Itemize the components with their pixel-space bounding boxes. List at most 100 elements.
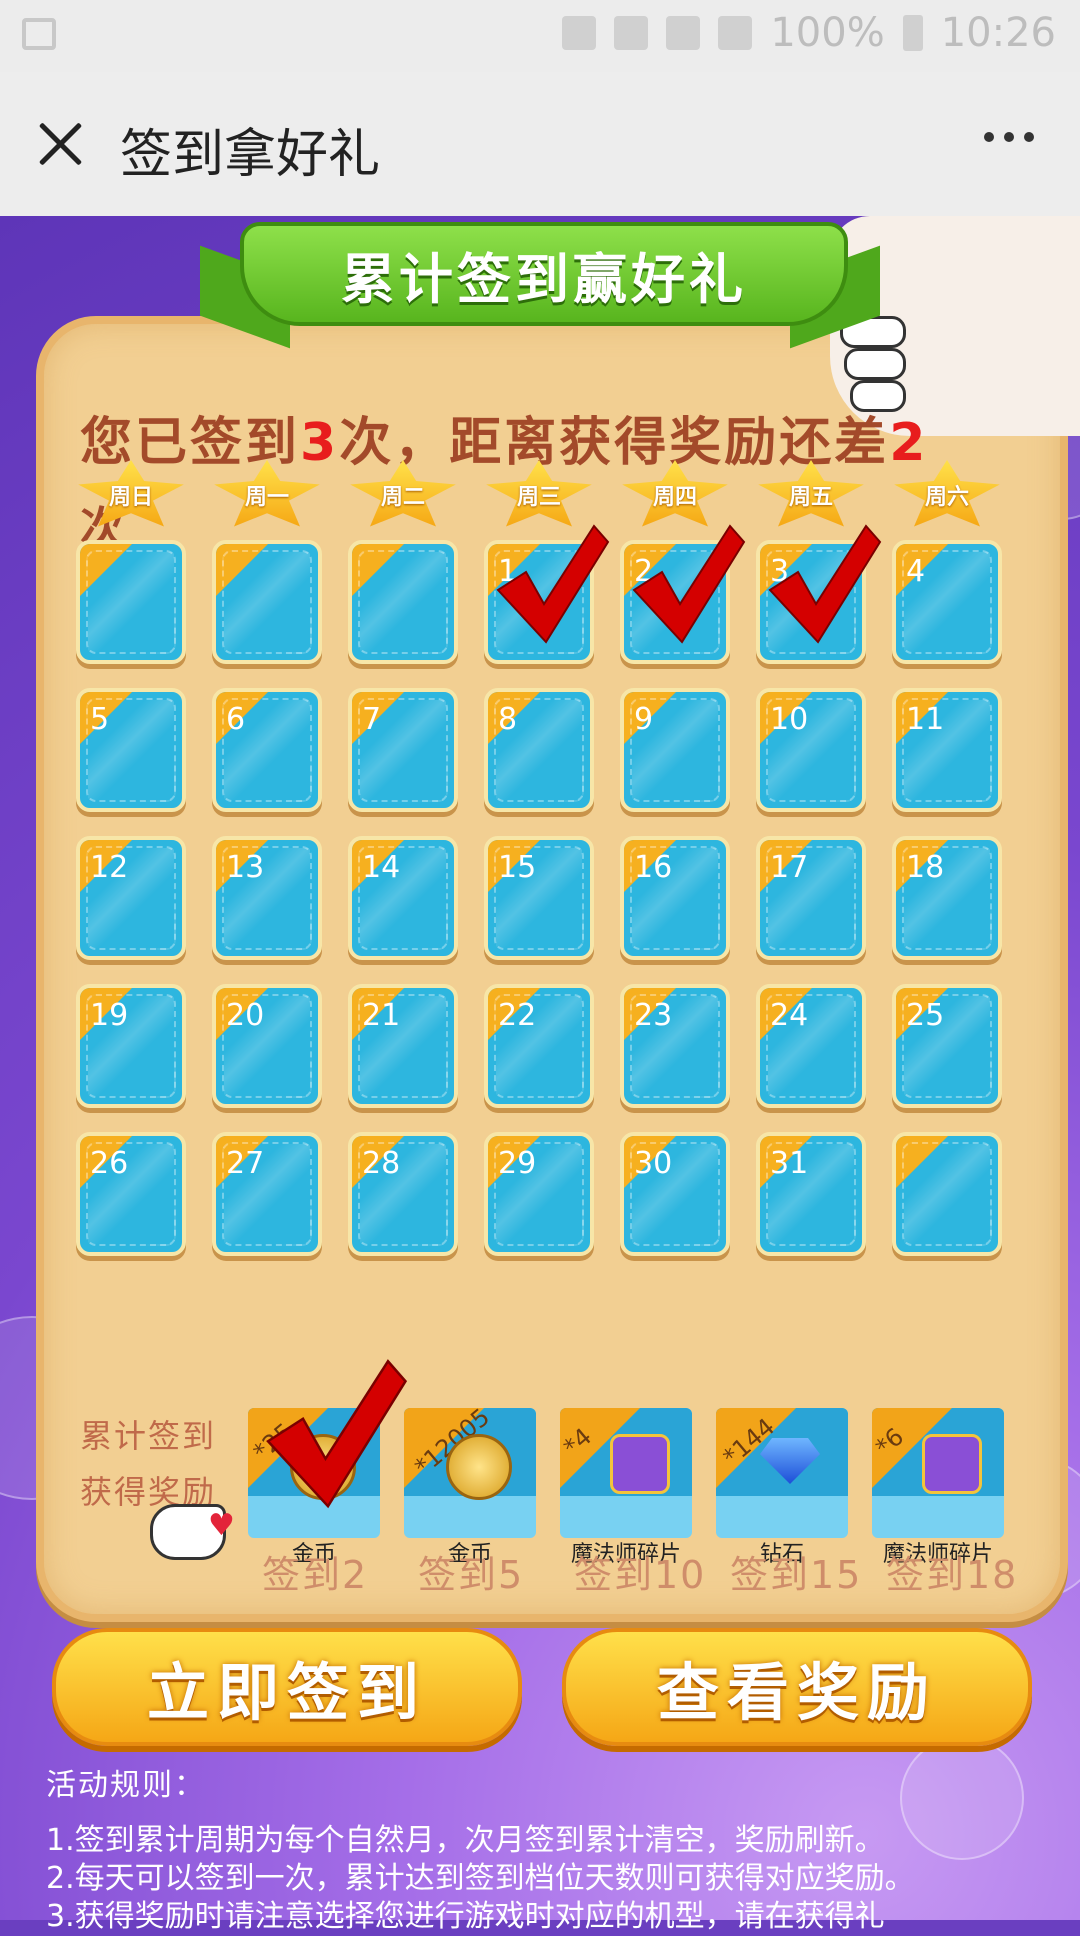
calendar-day-cell[interactable]: 27 [212, 1132, 322, 1256]
weekday-star: 周一 [212, 460, 322, 530]
rule-line: 3.获得奖励时请注意选择您进行游戏时对应的机型，请在获得礼 [46, 1899, 885, 1934]
reward-item[interactable]: *4 魔法师碎片 [558, 1408, 692, 1567]
gallery-icon [22, 18, 56, 50]
title-banner: 累计签到赢好礼 [200, 222, 880, 372]
day-number: 8 [498, 702, 518, 737]
page-title: 签到拿好礼 [120, 125, 381, 185]
calendar-day-cell[interactable]: 22 [484, 984, 594, 1108]
calendar-day-cell[interactable]: 19 [76, 984, 186, 1108]
calendar-day-cell[interactable]: 5 [76, 688, 186, 812]
day-number: 4 [906, 554, 926, 589]
calendar-day-cell[interactable]: 16 [620, 836, 730, 960]
calendar-day-cell[interactable]: 9 [620, 688, 730, 812]
reward-days-required: 签到18 [886, 1553, 1019, 1597]
day-number: 19 [90, 998, 129, 1033]
weekday-label: 周三 [516, 485, 561, 510]
calendar-day-cell[interactable]: 30 [620, 1132, 730, 1256]
reward-item[interactable]: *12005 金币 [404, 1403, 536, 1567]
day-number: 26 [90, 1146, 129, 1181]
day-number: 17 [770, 850, 809, 885]
day-number: 11 [906, 702, 945, 737]
day-number: 7 [362, 702, 382, 737]
day-number: 14 [362, 850, 401, 885]
day-number: 23 [634, 998, 673, 1033]
reward-item[interactable]: *144 钻石 [716, 1408, 848, 1567]
nfc-icon [562, 16, 597, 50]
calendar-day-cell[interactable]: 13 [212, 836, 322, 960]
calendar-day-cell[interactable]: 24 [756, 984, 866, 1108]
calendar-day-cell[interactable]: 14 [348, 836, 458, 960]
weekday-label: 周二 [380, 485, 425, 510]
day-number: 28 [362, 1146, 401, 1181]
banner-title: 累计签到赢好礼 [240, 222, 848, 326]
calendar-day-cell[interactable] [212, 540, 322, 664]
weekday-star: 周六 [892, 460, 1002, 530]
day-number: 24 [770, 998, 809, 1033]
calendar-day-cell[interactable]: 21 [348, 984, 458, 1108]
status-bar: 100% 10:26 [0, 0, 1080, 72]
nav-bar: 签到拿好礼 [0, 72, 1080, 216]
day-number: 21 [362, 998, 401, 1033]
puzzle-piece-icon [922, 1434, 982, 1494]
calendar-day-cell[interactable]: 6 [212, 688, 322, 812]
calendar-day-cell[interactable]: 31 [756, 1132, 866, 1256]
day-number: 15 [498, 850, 537, 885]
day-number: 20 [226, 998, 265, 1033]
calendar-day-cell[interactable]: 17 [756, 836, 866, 960]
calendar-day-cell[interactable]: 26 [76, 1132, 186, 1256]
calendar-day-cell[interactable]: 7 [348, 688, 458, 812]
reward-days-required: 签到2 [262, 1553, 369, 1597]
day-number: 22 [498, 998, 537, 1033]
mute-icon [614, 16, 649, 50]
day-number: 27 [226, 1146, 265, 1181]
view-rewards-button[interactable]: 查看奖励 [562, 1628, 1032, 1746]
calendar-day-cell[interactable]: 29 [484, 1132, 594, 1256]
calendar-day-cell[interactable]: 10 [756, 688, 866, 812]
reward-label-line1: 累计签到 [80, 1417, 217, 1455]
sign-in-button[interactable]: 立即签到 [52, 1628, 522, 1746]
reward-days-required: 签到10 [574, 1553, 707, 1597]
day-number: 12 [90, 850, 129, 885]
day-number: 9 [634, 702, 654, 737]
day-number: 13 [226, 850, 265, 885]
calendar-day-cell[interactable]: 4 [892, 540, 1002, 664]
calendar-day-cell[interactable]: 12 [76, 836, 186, 960]
calendar-day-cell[interactable]: 15 [484, 836, 594, 960]
day-number: 29 [498, 1146, 537, 1181]
weekday-label: 周日 [108, 485, 153, 510]
activity-rules: 活动规则： 1.签到累计周期为每个自然月，次月签到累计清空，奖励刷新。 2.每天… [46, 1760, 1066, 1936]
calendar-day-cell[interactable]: 18 [892, 836, 1002, 960]
calendar-day-cell[interactable]: 28 [348, 1132, 458, 1256]
checkmark-icon [626, 520, 746, 650]
day-number: 18 [906, 850, 945, 885]
battery-icon [902, 15, 923, 51]
calendar-day-cell[interactable] [892, 1132, 1002, 1256]
reward-days-required: 签到15 [730, 1553, 863, 1597]
claimed-checkmark-icon [258, 1350, 408, 1520]
calendar-day-cell[interactable] [76, 540, 186, 664]
close-icon[interactable] [30, 114, 90, 174]
status-icons: 100% 10:26 [562, 10, 1056, 56]
weekday-star: 周二 [348, 460, 458, 530]
calendar-day-cell[interactable] [348, 540, 458, 664]
day-number: 16 [634, 850, 673, 885]
calendar-day-cell[interactable]: 25 [892, 984, 1002, 1108]
calendar-day-cell[interactable]: 11 [892, 688, 1002, 812]
rule-line: 2.每天可以签到一次，累计达到签到档位天数则可获得对应奖励。 [46, 1861, 915, 1896]
reward-days-required: 签到5 [418, 1553, 525, 1597]
rule-line: 1.签到累计周期为每个自然月，次月签到累计清空，奖励刷新。 [46, 1823, 885, 1858]
day-number: 5 [90, 702, 110, 737]
more-options-icon[interactable] [984, 132, 1034, 142]
calendar-day-cell[interactable]: 8 [484, 688, 594, 812]
day-number: 30 [634, 1146, 673, 1181]
signal-icon [718, 16, 753, 50]
reward-item[interactable]: *6 魔法师碎片 [870, 1408, 1004, 1567]
rules-title: 活动规则： [46, 1768, 206, 1803]
battery-percent: 100% [770, 10, 885, 56]
day-number: 31 [770, 1146, 809, 1181]
coin-icon [446, 1434, 512, 1500]
weekday-label: 周四 [652, 485, 697, 510]
calendar-day-cell[interactable]: 20 [212, 984, 322, 1108]
calendar-day-cell[interactable]: 23 [620, 984, 730, 1108]
checkmark-icon [762, 520, 882, 650]
